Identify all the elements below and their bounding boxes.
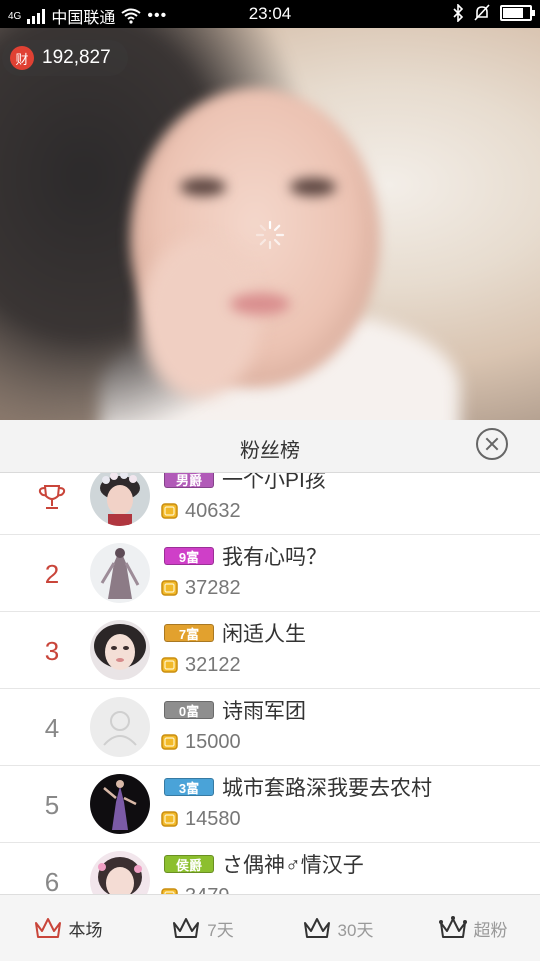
fans-list[interactable]: 男爵 一个小PI孩 40632 2 9富 我有心吗？ 37282 3 7富 闲适人生 32122 4 0… [0, 473, 540, 894]
tab-label: 7天 [207, 920, 234, 940]
coin-icon [161, 657, 178, 673]
tab-0[interactable]: 本场 [0, 895, 135, 961]
rank-number: 5 [44, 790, 60, 820]
wealth-icon: 财 [10, 46, 34, 70]
wealth-count: 192,827 [42, 47, 111, 68]
fan-row[interactable]: 4 0富 诗雨军团 15000 [0, 689, 540, 766]
fan-score: 14580 [185, 808, 241, 830]
level-badge: 7富 [164, 624, 214, 642]
level-badge: 男爵 [164, 473, 214, 488]
fan-name: 闲适人生 [222, 623, 306, 646]
status-bar: 4G 中国联通 ••• 23:04 [0, 0, 540, 28]
avatar[interactable] [90, 697, 150, 757]
level-badge: 0富 [164, 701, 214, 719]
fan-name: 城市套路深我要去农村 [222, 777, 432, 800]
fan-score: 15000 [185, 731, 241, 753]
tab-label: 超粉 [473, 920, 508, 940]
trophy-icon [38, 485, 66, 509]
coin-icon [161, 580, 178, 596]
coin-icon [161, 734, 178, 750]
crown-icon [303, 918, 330, 938]
fan-row[interactable]: 2 9富 我有心吗？ 37282 [0, 535, 540, 612]
fan-name: さ偶神♂情汉子 [222, 854, 364, 877]
rank-number: 2 [44, 559, 60, 589]
rank-number: 3 [44, 636, 60, 666]
fan-row[interactable]: 男爵 一个小PI孩 40632 [0, 473, 540, 535]
fan-row[interactable]: 5 3富 城市套路深我要去农村 14580 [0, 766, 540, 843]
fan-score: 40632 [185, 500, 241, 522]
coin-icon [161, 888, 178, 894]
fan-name: 我有心吗？ [222, 546, 327, 569]
tab-3[interactable]: 超粉 [405, 895, 540, 961]
crown-plus-icon [438, 916, 467, 938]
rank-number: 4 [44, 713, 60, 743]
rank-number: 6 [44, 867, 60, 894]
tab-1[interactable]: 7天 [135, 895, 270, 961]
mute-bell-icon [474, 4, 490, 21]
fan-name: 一个小PI孩 [222, 473, 326, 492]
fan-score: 32122 [185, 654, 241, 676]
level-badge: 侯爵 [164, 855, 214, 873]
coin-icon [161, 811, 178, 827]
tab-label: 30天 [337, 920, 374, 940]
fan-row[interactable]: 6 侯爵さ偶神♂情汉子 3479 [0, 843, 540, 894]
fan-score: 37282 [185, 577, 241, 599]
fan-name: 诗雨军团 [222, 700, 306, 723]
fan-score: 3479 [185, 885, 230, 894]
crown-icon [173, 918, 200, 938]
panel-title: 粉丝榜 [240, 440, 300, 462]
level-badge: 3富 [164, 778, 214, 796]
wealth-counter: 财 192,827 [2, 40, 128, 76]
loading-spinner-icon [255, 220, 285, 250]
avatar[interactable] [90, 473, 150, 526]
avatar[interactable] [90, 851, 150, 894]
coin-icon [161, 503, 178, 519]
crown-icon [34, 918, 61, 938]
level-badge: 9富 [164, 547, 214, 565]
avatar[interactable] [90, 620, 150, 680]
fan-row[interactable]: 3 7富 闲适人生 32122 [0, 612, 540, 689]
fans-panel-header: 粉丝榜 [0, 420, 540, 473]
battery-icon [500, 5, 535, 21]
tab-2[interactable]: 30天 [270, 895, 405, 961]
ranking-tabs: 本场 7天 30天 超粉 [0, 894, 540, 961]
bluetooth-icon [453, 4, 464, 22]
close-icon[interactable] [476, 428, 508, 460]
avatar[interactable] [90, 774, 150, 834]
tab-label: 本场 [68, 920, 103, 940]
avatar[interactable] [90, 543, 150, 603]
